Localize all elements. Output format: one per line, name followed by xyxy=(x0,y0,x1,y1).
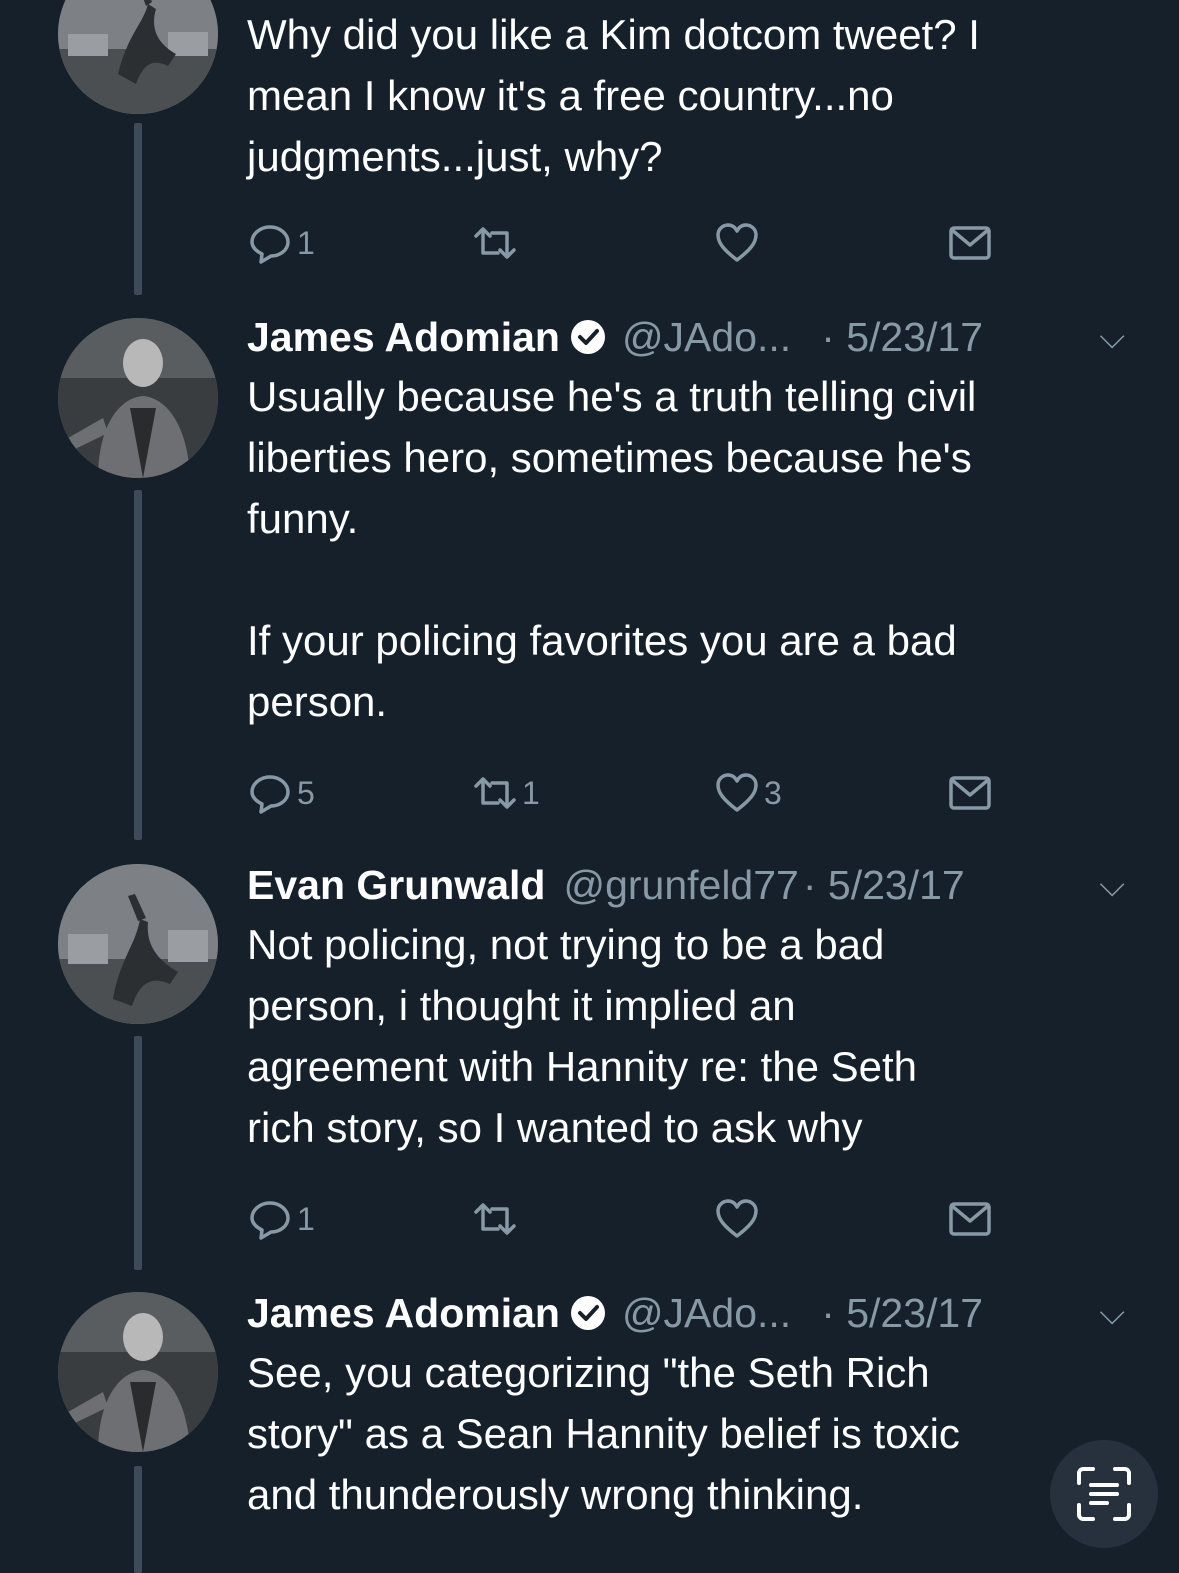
tweet-actions: 1 xyxy=(247,1194,1007,1244)
tweet-date: · 5/23/17 xyxy=(802,861,965,908)
display-name[interactable]: James Adomian xyxy=(247,314,560,361)
avatar-evan-grunwald[interactable] xyxy=(58,0,218,114)
retweet-icon xyxy=(474,777,516,809)
thread-line xyxy=(134,123,142,295)
reply-button[interactable]: 5 xyxy=(247,768,315,818)
reply-count: 1 xyxy=(297,1200,315,1237)
tweet-date: · 5/23/17 xyxy=(821,1289,984,1336)
heart-icon xyxy=(716,773,758,812)
reply-icon xyxy=(250,1201,290,1240)
text-scan-button[interactable] xyxy=(1050,1440,1158,1548)
retweet-button[interactable] xyxy=(472,218,522,268)
tweet-text: Why did you like a Kim dotcom tweet? I m… xyxy=(247,11,980,180)
dm-button[interactable] xyxy=(947,1194,993,1244)
verified-badge-icon xyxy=(570,1296,605,1330)
envelope-icon xyxy=(949,776,991,810)
reply-button[interactable]: 1 xyxy=(247,1194,315,1244)
reply-count: 5 xyxy=(297,774,315,811)
retweet-icon xyxy=(474,1203,516,1235)
statue-avatar-image xyxy=(58,0,218,114)
reply-count: 1 xyxy=(297,224,315,261)
avatar-evan-grunwald[interactable] xyxy=(58,864,218,1024)
display-name[interactable]: James Adomian xyxy=(247,1290,560,1337)
avatar-james-adomian[interactable] xyxy=(58,1292,218,1452)
chevron-down-icon[interactable]: ⌵ xyxy=(1099,1294,1125,1333)
heart-icon xyxy=(716,223,758,262)
statue-avatar-image xyxy=(58,864,218,1024)
retweet-count: 1 xyxy=(522,774,540,811)
avatar-james-adomian[interactable] xyxy=(58,318,218,478)
tweet-actions: 5 1 3 xyxy=(247,768,1007,818)
chevron-down-icon[interactable]: ⌵ xyxy=(1099,318,1125,357)
user-handle[interactable]: @JAdo... xyxy=(622,314,791,361)
tweet-text: See, you categorizing "the Seth Rich sto… xyxy=(247,1349,960,1518)
heart-icon xyxy=(716,1199,758,1238)
envelope-icon xyxy=(949,226,991,260)
thread-line xyxy=(134,1036,142,1270)
reply-button[interactable]: 1 xyxy=(247,218,315,268)
envelope-icon xyxy=(949,1202,991,1236)
retweet-button[interactable] xyxy=(472,1194,522,1244)
tweet-header: Evan Grunwald @grunfeld77 · 5/23/17 ⌵ xyxy=(247,856,1147,914)
tweet-header: James Adomian @JAdo... · 5/23/17 ⌵ xyxy=(247,1284,1147,1342)
tweet-header: James Adomian @JAdo... · 5/23/17 ⌵ xyxy=(247,308,1147,366)
verified-badge-icon xyxy=(570,320,605,354)
reply-icon xyxy=(250,775,290,814)
tweet-actions: 1 xyxy=(247,218,1007,268)
thread-line xyxy=(134,1466,142,1573)
thread-line xyxy=(134,490,142,840)
retweet-icon xyxy=(474,227,516,259)
tweet-text: Not policing, not trying to be a bad per… xyxy=(247,921,918,1151)
like-button[interactable]: 3 xyxy=(714,768,782,818)
dm-button[interactable] xyxy=(947,218,993,268)
user-handle[interactable]: @grunfeld77 xyxy=(563,862,798,909)
tweet-date: · 5/23/17 xyxy=(821,313,984,360)
dm-button[interactable] xyxy=(947,768,993,818)
like-button[interactable] xyxy=(714,1194,764,1244)
display-name[interactable]: Evan Grunwald xyxy=(247,862,545,909)
text-scan-icon xyxy=(1077,1467,1131,1521)
reply-icon xyxy=(250,225,290,264)
tweet-text: Usually because he's a truth telling civ… xyxy=(247,373,977,725)
like-button[interactable] xyxy=(714,218,764,268)
person-avatar-image xyxy=(58,1292,218,1452)
person-avatar-image xyxy=(58,318,218,478)
chevron-down-icon[interactable]: ⌵ xyxy=(1099,866,1125,905)
user-handle[interactable]: @JAdo... xyxy=(622,1290,791,1337)
like-count: 3 xyxy=(764,774,782,811)
retweet-button[interactable]: 1 xyxy=(472,768,540,818)
